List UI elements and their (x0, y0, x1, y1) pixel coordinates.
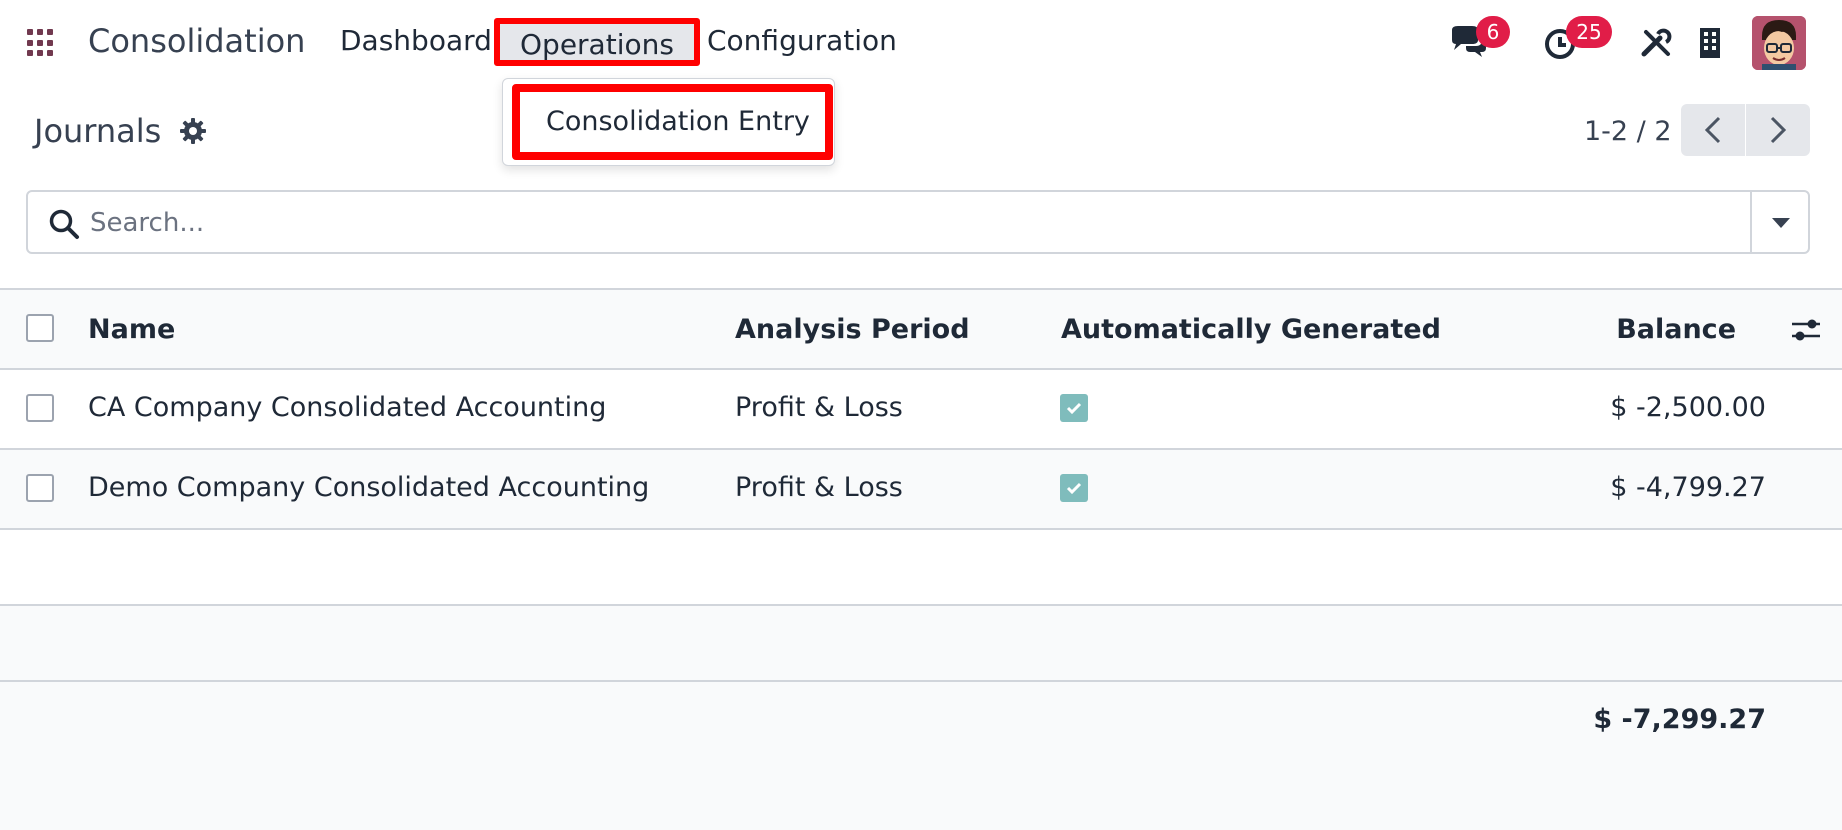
app-name[interactable]: Consolidation (88, 22, 305, 60)
column-header-automatically-generated[interactable]: Automatically Generated (1061, 314, 1441, 345)
search-options-toggle[interactable] (1750, 192, 1808, 252)
auto-generated-checkbox (1060, 394, 1088, 422)
checkmark-icon (1066, 482, 1082, 495)
row-balance: $ -4,799.27 (1610, 472, 1766, 503)
row-checkbox[interactable] (26, 474, 54, 502)
company-switch-button[interactable] (1698, 26, 1722, 60)
search-icon (49, 209, 79, 239)
actions-gear-button[interactable] (180, 118, 206, 144)
row-balance: $ -2,500.00 (1610, 392, 1766, 423)
tools-icon (1641, 28, 1672, 57)
table-header: Name Analysis Period Automatically Gener… (0, 288, 1842, 370)
column-header-analysis-period[interactable]: Analysis Period (735, 314, 970, 345)
building-icon (1700, 28, 1720, 58)
sliders-icon (1792, 319, 1820, 341)
menu-item-consolidation-entry[interactable]: Consolidation Entry (512, 84, 833, 160)
search-bar (26, 190, 1810, 254)
row-analysis-period: Profit & Loss (735, 392, 903, 423)
pager-value[interactable]: 1-2 / 2 (1584, 116, 1672, 147)
pager-next-button[interactable] (1746, 104, 1810, 156)
auto-generated-checkbox (1060, 474, 1088, 502)
row-name: CA Company Consolidated Accounting (88, 392, 607, 423)
chevron-left-icon (1704, 116, 1721, 144)
caret-down-icon (1772, 218, 1790, 228)
column-header-balance[interactable]: Balance (1600, 314, 1736, 345)
row-name: Demo Company Consolidated Accounting (88, 472, 650, 503)
optional-columns-toggle[interactable] (1790, 316, 1822, 344)
row-checkbox[interactable] (26, 394, 54, 422)
chevron-right-icon (1770, 116, 1787, 144)
pager-previous-button[interactable] (1681, 104, 1745, 156)
empty-row (0, 606, 1842, 682)
menu-operations[interactable]: Operations (494, 18, 700, 66)
balance-total: $ -7,299.27 (1593, 704, 1766, 735)
user-avatar[interactable] (1752, 16, 1806, 70)
operations-dropdown-menu: Consolidation Entry (502, 78, 835, 166)
top-navbar: Consolidation Dashboard Operations Confi… (0, 0, 1842, 86)
gear-icon (180, 118, 206, 144)
activities-badge: 25 (1566, 16, 1612, 48)
select-all-checkbox[interactable] (26, 314, 54, 342)
menu-dashboard[interactable]: Dashboard (340, 24, 492, 57)
checkmark-icon (1066, 402, 1082, 415)
page-title[interactable]: Journals (34, 112, 161, 150)
table-row[interactable]: CA Company Consolidated Accounting Profi… (0, 370, 1842, 450)
avatar-face-icon (1752, 16, 1806, 70)
messages-badge: 6 (1476, 16, 1510, 48)
messages-button[interactable]: 6 (1448, 16, 1510, 64)
table-row[interactable]: Demo Company Consolidated Accounting Pro… (0, 450, 1842, 530)
empty-row (0, 530, 1842, 606)
row-analysis-period: Profit & Loss (735, 472, 903, 503)
search-input[interactable] (90, 204, 1690, 242)
table-footer: $ -7,299.27 (0, 682, 1842, 830)
menu-configuration[interactable]: Configuration (707, 24, 897, 57)
debug-tools-button[interactable] (1640, 26, 1674, 60)
column-header-name[interactable]: Name (88, 314, 175, 345)
activities-button[interactable]: 25 (1542, 16, 1612, 64)
apps-grid-icon[interactable] (27, 29, 55, 57)
